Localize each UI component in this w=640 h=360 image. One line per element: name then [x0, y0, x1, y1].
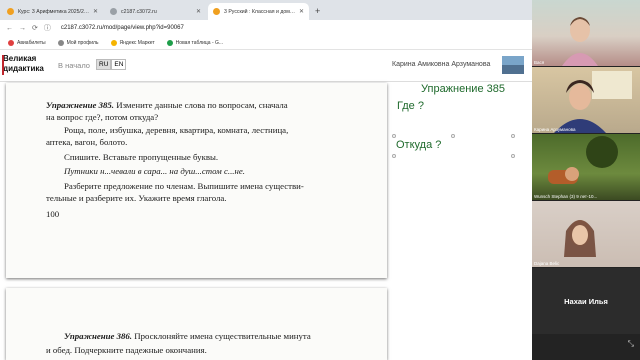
moodle-favicon-icon — [7, 8, 14, 15]
address-bar: ← → ⟳ ⓘ c2187.c3072.ru/mod/page/view.php… — [0, 20, 532, 36]
tab-title: 3 Русский : Класcная и домаш... — [224, 8, 296, 15]
textbook-page-scan-2: Упражнение 386. Просклоняйте имена сущес… — [6, 288, 387, 360]
reload-icon[interactable]: ⟳ — [32, 24, 38, 32]
participant-tile[interactable]: Карина Арзуманова — [532, 67, 640, 133]
bookmark-favicon-icon — [8, 39, 14, 46]
screen: Курс: 3 Арифметика 2025/26 ... ✕ c2187.c… — [0, 0, 640, 360]
practice-sentence: Путники н...чевали в сара... на душ...ст… — [64, 166, 245, 176]
moodle-favicon-icon — [213, 8, 220, 15]
participant-video-icon — [564, 220, 596, 257]
resize-handle[interactable] — [451, 134, 455, 138]
resize-handle[interactable] — [511, 154, 515, 158]
exercise-386-instruction: Просклоняйте имена существительные минут… — [134, 331, 311, 341]
close-tab-icon[interactable]: ✕ — [299, 8, 304, 15]
participant-tile[interactable]: Вася — [532, 0, 640, 66]
bookmark-label: Новая таблица - G... — [175, 39, 224, 46]
bookmark-aviabilety[interactable]: Авиабилеты — [8, 39, 46, 46]
bookmark-yandex-market[interactable]: Яндекс Маркет — [110, 39, 155, 46]
site-header: Великая дидактика В начало RU EN Карина … — [0, 50, 532, 82]
note-where[interactable]: Где ? — [397, 100, 424, 112]
task-copy: Спишите. Вставьте пропущенные буквы. — [64, 152, 219, 162]
word-list-line-1: Роща, поле, избушка, деревня, квартира, … — [64, 125, 289, 135]
participant-name: Карина Арзуманова — [534, 127, 576, 132]
exercise-385-instruction: Измените данные слова по вопросам, снача… — [116, 100, 288, 110]
participant-tile[interactable]: Dajana Belic — [532, 201, 640, 267]
bookmark-favicon-icon — [110, 39, 117, 46]
tab-title: c2187.c3072.ru — [121, 8, 157, 15]
textbook-page-scan: Упражнение 385. Измените данные слова по… — [6, 83, 387, 278]
exercise-385-line-1: Упражнение 385. Измените данные слова по… — [46, 100, 288, 110]
exercise-386-line-2: и обед. Подчеркните падежные окончания. — [46, 345, 207, 355]
word-list-line-2: аптека, вагон, болото. — [46, 137, 128, 147]
participant-name: Dajana Belic — [534, 261, 560, 266]
browser-tab-site[interactable]: c2187.c3072.ru ✕ — [105, 3, 206, 20]
participant-video-icon — [562, 17, 598, 66]
bookmark-label: Авиабилеты — [17, 39, 46, 46]
exercise-385-label: Упражнение 385. — [46, 100, 115, 110]
language-switcher: RU EN — [96, 59, 127, 70]
bookmark-favicon-icon — [166, 39, 173, 46]
globe-favicon-icon — [110, 8, 117, 15]
toggle-panel-icon[interactable]: ⤡ — [628, 339, 634, 349]
participant-video-icon — [548, 136, 618, 184]
note-from-where[interactable]: Откуда ? — [396, 139, 441, 151]
user-name[interactable]: Карина Амиковна Арзуманова — [392, 61, 490, 68]
video-controls: ⤡ — [532, 335, 640, 360]
task-parse-line-2: тельные и разберите их. Укажите время гл… — [46, 193, 227, 203]
page-number: 100 — [46, 209, 60, 219]
close-tab-icon[interactable]: ✕ — [93, 8, 98, 15]
exercise-386-line-1: Упражнение 386. Просклоняйте имена сущес… — [64, 331, 311, 341]
forward-arrow-icon[interactable]: → — [19, 25, 26, 32]
url-field[interactable]: c2187.c3072.ru/mod/page/view.php?id=9006… — [61, 25, 184, 31]
back-arrow-icon[interactable]: ← — [6, 25, 13, 32]
new-tab-button[interactable]: + — [315, 3, 320, 20]
bookmark-label: Мой профиль — [66, 39, 99, 46]
lang-ru-button[interactable]: RU — [96, 59, 112, 70]
note-exercise-heading[interactable]: Упражнение 385 — [421, 83, 505, 95]
bookmark-label: Яндекс Маркет — [119, 39, 155, 46]
browser-tab-russian[interactable]: 3 Русский : Класcная и домаш... ✕ — [208, 3, 309, 20]
resize-handle[interactable] — [392, 134, 396, 138]
browser-tab-strip: Курс: 3 Арифметика 2025/26 ... ✕ c2187.c… — [0, 0, 532, 20]
bookmark-my-profile[interactable]: Мой профиль — [57, 39, 99, 46]
close-tab-icon[interactable]: ✕ — [196, 8, 201, 15]
bookmarks-bar: Авиабилеты Мой профиль Яндекс Маркет Нов… — [0, 36, 532, 50]
participant-tile[interactable]: Wunsch Stephan (3) 9 лет-10... — [532, 134, 640, 200]
bookmark-favicon-icon — [57, 39, 64, 46]
task-parse-line-1: Разберите предложение по членам. Выпишит… — [64, 181, 304, 191]
exercise-385-line-2: на вопрос где?, потом откуда? — [46, 112, 159, 122]
browser-tab-arithmetic[interactable]: Курс: 3 Арифметика 2025/26 ... ✕ — [2, 3, 103, 20]
exercise-386-label: Упражнение 386. — [64, 331, 133, 341]
video-call-panel: Вася Карина Арзуманова Wunsch Stephan (3… — [532, 0, 640, 360]
participant-video-icon — [554, 71, 632, 133]
logo-line-1: Великая — [3, 54, 37, 63]
logo-line-2: дидактика — [3, 64, 44, 73]
resize-handle[interactable] — [392, 154, 396, 158]
participant-tile[interactable]: Нахаи Илья — [532, 268, 640, 334]
participant-name: Вася — [534, 60, 545, 65]
site-logo[interactable]: Великая дидактика — [2, 54, 44, 75]
logo-bar — [2, 55, 4, 75]
participant-name-large: Нахаи Илья — [564, 297, 608, 306]
site-info-icon[interactable]: ⓘ — [44, 23, 51, 33]
user-avatar[interactable] — [502, 56, 524, 74]
tab-title: Курс: 3 Арифметика 2025/26 ... — [18, 8, 90, 15]
participant-name: Wunsch Stephan (3) 9 лет-10... — [534, 194, 598, 199]
page-content: Упражнение 385. Измените данные слова по… — [0, 83, 532, 360]
resize-handle[interactable] — [511, 134, 515, 138]
home-link[interactable]: В начало — [58, 61, 90, 70]
bookmark-new-sheet[interactable]: Новая таблица - G... — [166, 39, 224, 46]
lang-en-button[interactable]: EN — [111, 59, 127, 70]
